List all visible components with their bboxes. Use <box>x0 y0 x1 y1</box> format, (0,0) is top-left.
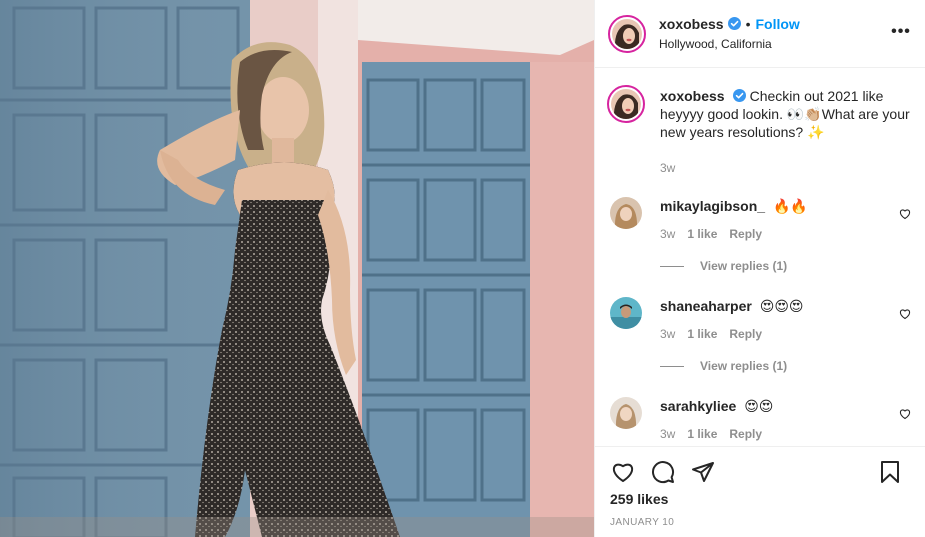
comments-list[interactable]: xoxobess Checkin out 2021 like heyyyy goo… <box>595 69 925 446</box>
comment-icon <box>652 461 675 484</box>
comment-like-count[interactable]: 1 like <box>687 427 717 441</box>
view-replies-line <box>660 265 684 267</box>
post-header: xoxobess • Follow Hollywood, California … <box>595 0 925 68</box>
commenter-avatar-image <box>610 297 642 329</box>
caption-username[interactable]: xoxobess <box>660 88 725 104</box>
view-replies-button[interactable]: View replies (1) <box>660 259 911 273</box>
comment-username[interactable]: shaneaharper <box>660 298 752 314</box>
comment-heart-icon[interactable] <box>899 208 911 220</box>
author-avatar[interactable] <box>608 14 646 53</box>
comment-like-count[interactable]: 1 like <box>687 227 717 241</box>
comment-text: 😍😍😍 <box>759 298 804 314</box>
comment-item: shaneaharper 😍😍😍 3w 1 like Reply <box>610 297 911 341</box>
view-replies-label: View replies (1) <box>700 259 788 273</box>
commenter-avatar[interactable] <box>610 297 642 329</box>
caption-avatar[interactable] <box>607 85 645 123</box>
share-button[interactable] <box>690 459 716 485</box>
comment-heart-icon[interactable] <box>899 308 911 320</box>
comment-item: sarahkyliee 😍😍 3w 1 like Reply <box>610 397 911 441</box>
reply-button[interactable]: Reply <box>729 427 762 441</box>
caption-time[interactable]: 3w <box>660 161 675 175</box>
author-avatar-image <box>612 18 642 49</box>
post-actions: 259 likes January 10 <box>595 446 925 537</box>
comment-time[interactable]: 3w <box>660 427 675 441</box>
view-replies-label: View replies (1) <box>700 359 788 373</box>
view-replies-line <box>660 365 684 367</box>
caption-avatar-image <box>611 89 641 119</box>
view-replies-button[interactable]: View replies (1) <box>660 359 911 373</box>
comment-time[interactable]: 3w <box>660 327 675 341</box>
verified-badge-icon <box>727 17 741 30</box>
post-details-panel: xoxobess • Follow Hollywood, California … <box>594 0 925 537</box>
bookmark-icon <box>881 461 899 483</box>
verified-badge-icon <box>732 89 746 102</box>
save-button[interactable] <box>877 459 903 485</box>
post-date[interactable]: January 10 <box>610 517 911 528</box>
comment-text: 😍😍 <box>744 398 774 414</box>
comment-text: 🔥🔥 <box>772 198 808 214</box>
author-username[interactable]: xoxobess <box>659 15 724 33</box>
header-separator: • <box>745 15 751 32</box>
comment-username[interactable]: mikaylagibson_ <box>660 198 765 214</box>
action-bar <box>610 447 911 497</box>
comment-button[interactable] <box>650 459 676 485</box>
post-photo[interactable] <box>0 0 594 537</box>
reply-button[interactable]: Reply <box>729 327 762 341</box>
more-options-icon[interactable]: ••• <box>891 22 911 42</box>
comment-item: mikaylagibson_ 🔥🔥 3w 1 like Reply <box>610 197 911 241</box>
commenter-avatar-image <box>610 397 642 429</box>
heart-icon <box>613 463 633 483</box>
post-caption: xoxobess Checkin out 2021 like heyyyy goo… <box>607 69 911 175</box>
comment-username[interactable]: sarahkyliee <box>660 398 736 414</box>
comment-heart-icon[interactable] <box>899 408 911 420</box>
commenter-avatar-image <box>610 197 642 229</box>
comment-like-count[interactable]: 1 like <box>687 327 717 341</box>
commenter-avatar[interactable] <box>610 397 642 429</box>
reply-button[interactable]: Reply <box>729 227 762 241</box>
post-photo-illustration <box>0 0 594 537</box>
commenter-avatar[interactable] <box>610 197 642 229</box>
post-location[interactable]: Hollywood, California <box>659 35 800 53</box>
comment-time[interactable]: 3w <box>660 227 675 241</box>
header-meta: xoxobess • Follow Hollywood, California <box>659 15 800 53</box>
follow-button[interactable]: Follow <box>756 15 800 33</box>
share-icon <box>692 462 714 482</box>
like-button[interactable] <box>610 459 636 485</box>
